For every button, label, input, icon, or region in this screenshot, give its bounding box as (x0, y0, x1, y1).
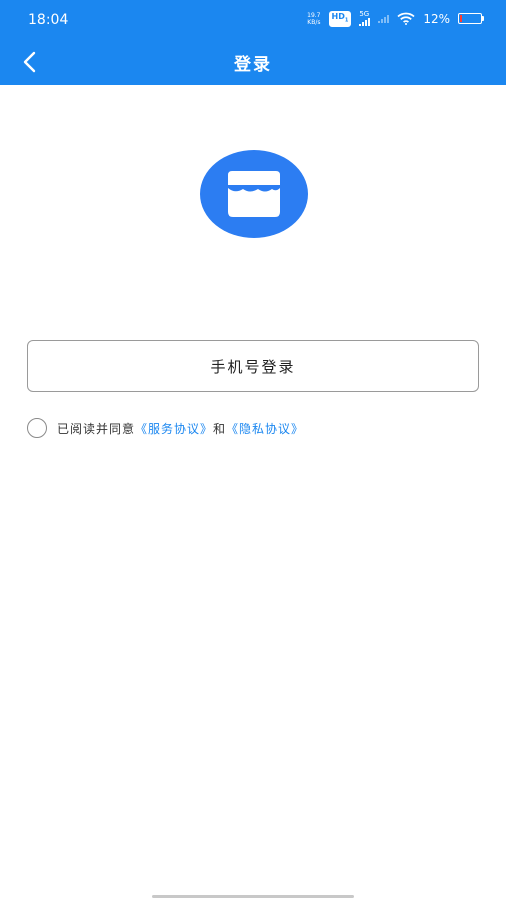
agreement-checkbox[interactable] (27, 418, 47, 438)
shop-box-icon (228, 171, 280, 217)
home-indicator[interactable] (152, 895, 354, 898)
agreement-row: 已阅读并同意 《服务协议》 和 《隐私协议》 (27, 418, 304, 438)
service-agreement-link[interactable]: 《服务协议》 (135, 420, 213, 437)
network-speed-unit: KB/s (307, 18, 321, 26)
signal-bars-secondary-icon (378, 14, 390, 23)
network-speed-value: 19.7 (307, 11, 321, 19)
network-type-label: 5G (359, 10, 370, 19)
wifi-icon (397, 12, 415, 26)
network-speed: 19.7 KB/s (307, 12, 320, 26)
page-title: 登录 (234, 55, 272, 75)
battery-fill (460, 15, 462, 23)
hd-label: HD (331, 12, 345, 21)
status-bar: 18:04 19.7 KB/s HD1 5G 12% (0, 0, 506, 40)
privacy-agreement-link[interactable]: 《隐私协议》 (226, 420, 304, 437)
hd-sub: 1 (344, 17, 349, 24)
agreement-prefix: 已阅读并同意 (57, 421, 136, 436)
app-logo (200, 150, 308, 238)
navigation-bar: 登录 (0, 40, 506, 85)
battery-icon (458, 13, 484, 25)
battery-percent: 12% (423, 11, 450, 26)
hd-icon: HD1 (328, 11, 352, 27)
status-icons: 19.7 KB/s HD1 5G 12% (307, 10, 484, 27)
status-time: 18:04 (28, 12, 69, 28)
signal-5g-icon: 5G (359, 10, 371, 27)
signal-bars-icon (359, 18, 371, 27)
phone-login-button[interactable]: 手机号登录 (27, 340, 479, 392)
agreement-conjunction: 和 (213, 421, 227, 436)
